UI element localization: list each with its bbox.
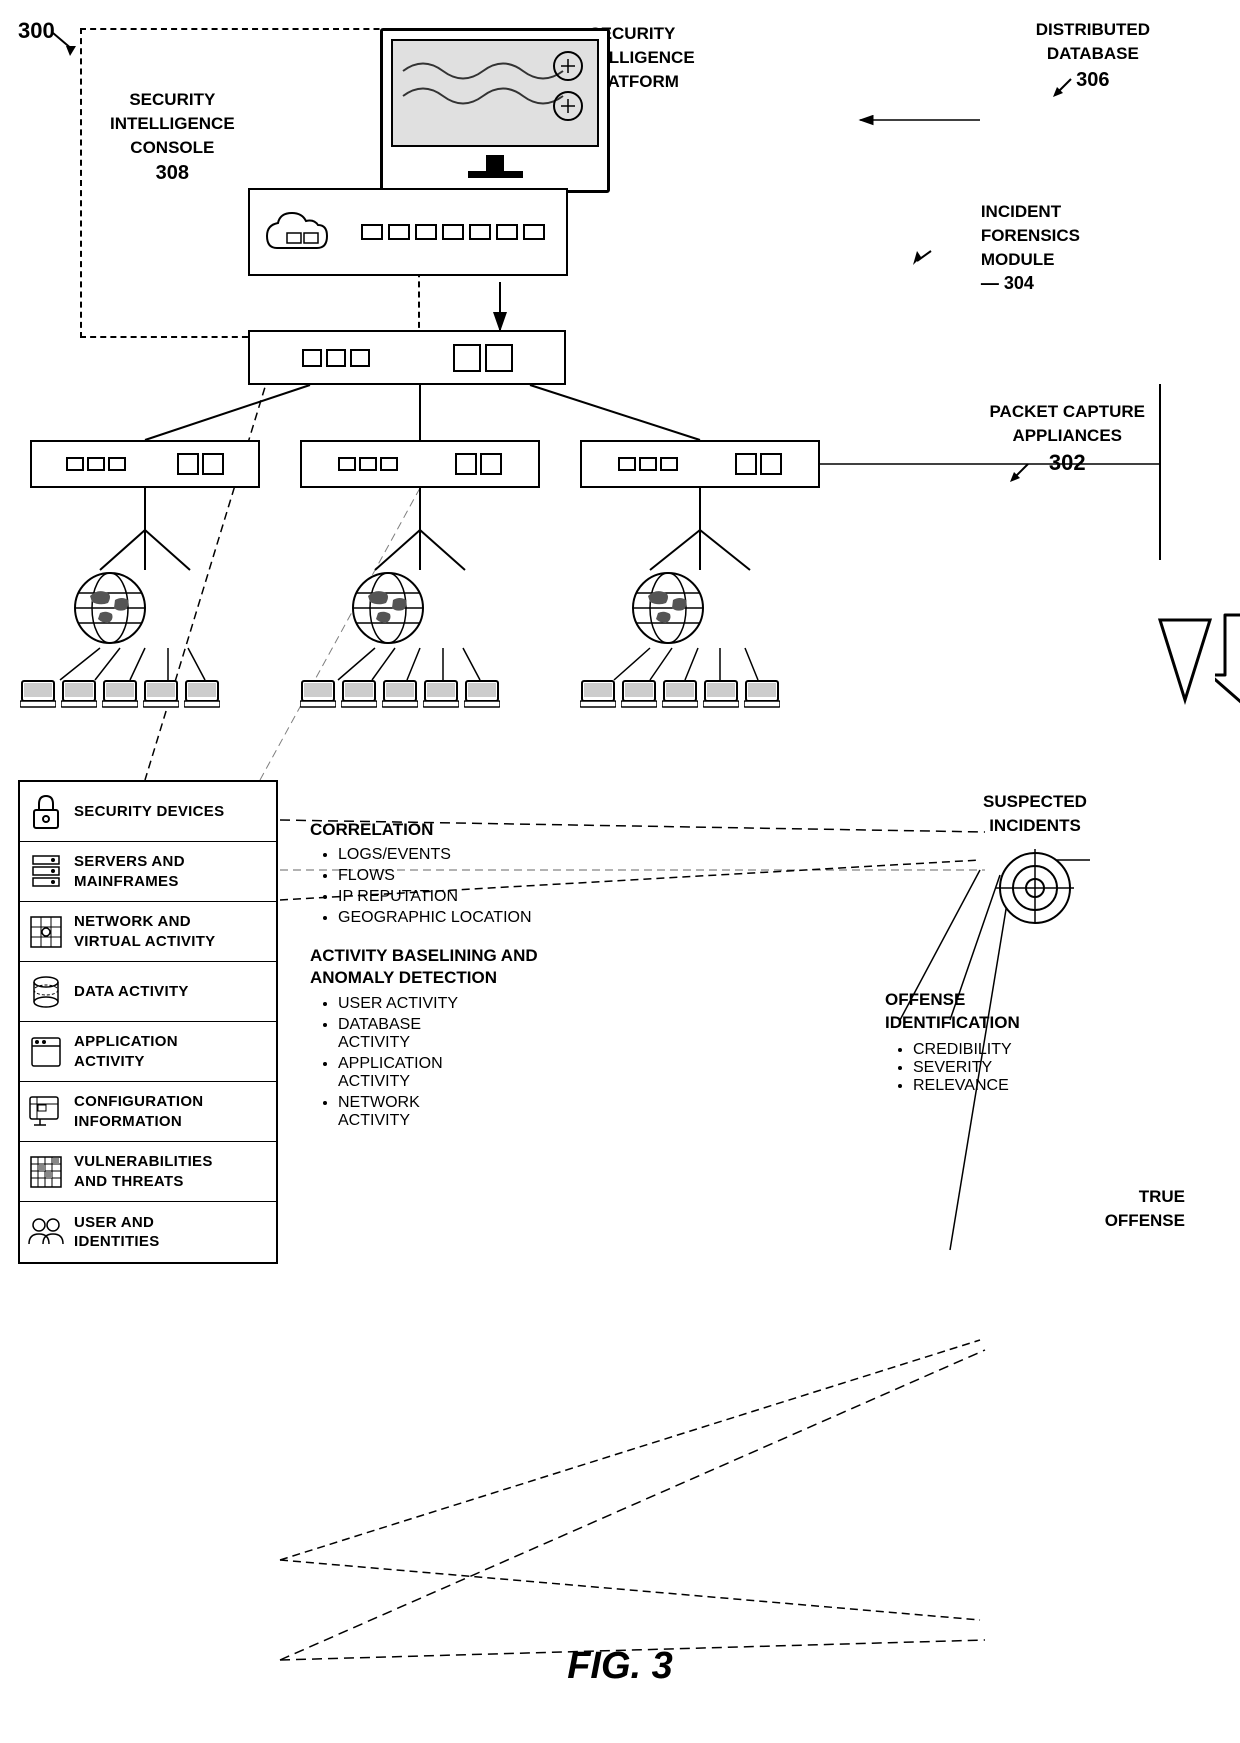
legend-item-user-identities: USER ANDIDENTITIES xyxy=(20,1202,276,1262)
corr-item-ip: IP REPUTATION xyxy=(338,888,690,906)
laptop-row-left xyxy=(20,680,220,708)
ab-item-user: USER ACTIVITY xyxy=(338,995,690,1013)
suspected-incidents-label: SUSPECTEDINCIDENTS xyxy=(885,790,1185,838)
laptop-row-right xyxy=(580,680,780,708)
ifm-box xyxy=(248,188,568,276)
pca-ref: 302 xyxy=(1049,450,1086,475)
application-window-icon xyxy=(28,1034,64,1070)
legend-item-configuration: CONFIGURATIONINFORMATION xyxy=(20,1082,276,1142)
network-virtual-label: NETWORK ANDVIRTUAL ACTIVITY xyxy=(74,912,215,951)
laptop-row-center xyxy=(300,680,500,708)
offense-identification-area: OFFENSEIDENTIFICATION CREDIBILITY SEVERI… xyxy=(885,988,1185,1096)
cylinder-icon xyxy=(28,974,64,1010)
lock-icon xyxy=(28,794,64,830)
configuration-label: CONFIGURATIONINFORMATION xyxy=(74,1092,203,1131)
legend-item-servers-mainframes: SERVERS AND MAINFRAMES xyxy=(20,842,276,902)
target-icon xyxy=(995,848,1075,928)
globe-left-icon xyxy=(70,568,150,648)
sub-router-center xyxy=(300,440,540,488)
correlation-area: CORRELATION LOGS/EVENTS FLOWS IP REPUTAT… xyxy=(310,820,690,1148)
legend-item-security-devices: SECURITY DEVICES xyxy=(20,782,276,842)
true-offense-label: TRUEOFFENSE xyxy=(885,1185,1185,1233)
distributed-database-ref: 306 xyxy=(1076,69,1109,91)
target-container xyxy=(885,848,1185,928)
right-analysis-area: SUSPECTEDINCIDENTS OFFENSEIDENTIFICATION… xyxy=(885,790,1185,1233)
vulnerabilities-grid-icon xyxy=(28,1154,64,1190)
security-devices-label: SECURITY DEVICES xyxy=(74,802,224,822)
globe-center-icon xyxy=(348,568,428,648)
configuration-monitor-icon xyxy=(28,1094,64,1130)
sub-router-left xyxy=(30,440,260,488)
cloud-icon xyxy=(262,203,342,261)
arrow-300-icon xyxy=(48,28,78,58)
sic-dashed-box xyxy=(80,28,420,338)
users-icon xyxy=(28,1214,64,1250)
oi-severity: SEVERITY xyxy=(913,1059,1185,1077)
ab-item-database: DATABASEACTIVITY xyxy=(338,1016,690,1052)
activity-baselining-list: USER ACTIVITY DATABASEACTIVITY APPLICATI… xyxy=(310,995,690,1130)
vulnerabilities-label: VULNERABILITIESAND THREATS xyxy=(74,1152,213,1191)
correlation-title: CORRELATION xyxy=(310,820,690,840)
legend-panel: SECURITY DEVICES SERVERS AND MAINFRAMES xyxy=(18,780,278,1264)
oi-credibility: CREDIBILITY xyxy=(913,1041,1185,1059)
legend-item-data-activity: DATA ACTIVITY xyxy=(20,962,276,1022)
correlation-list: LOGS/EVENTS FLOWS IP REPUTATION GEOGRAPH… xyxy=(310,846,690,927)
main-router xyxy=(248,330,566,385)
corr-item-geo: GEOGRAPHIC LOCATION xyxy=(338,909,690,927)
user-identities-label: USER ANDIDENTITIES xyxy=(74,1213,160,1252)
incident-forensics-module-label: INCIDENTFORENSICSMODULE — 304 xyxy=(981,200,1080,297)
corr-item-flows: FLOWS xyxy=(338,867,690,885)
oi-relevance: RELEVANCE xyxy=(913,1077,1185,1095)
down-arrow-icon xyxy=(1215,610,1240,710)
pca-arrow-icon xyxy=(1010,460,1032,482)
ifm-ref: 304 xyxy=(1004,273,1034,293)
corr-item-logs: LOGS/EVENTS xyxy=(338,846,690,864)
application-activity-label: APPLICATIONACTIVITY xyxy=(74,1032,178,1071)
data-activity-label: DATA ACTIVITY xyxy=(74,982,189,1002)
ab-item-network: NETWORKACTIVITY xyxy=(338,1094,690,1130)
ifm-arrow-icon xyxy=(913,247,935,265)
figure-label: FIG. 3 xyxy=(567,1645,673,1688)
monitor-display xyxy=(380,28,610,193)
servers-mainframes-label: SERVERS AND MAINFRAMES xyxy=(74,852,268,891)
offense-identification-title: OFFENSEIDENTIFICATION xyxy=(885,988,1185,1036)
distributed-database-arrow-icon xyxy=(1053,75,1075,97)
network-grid-icon xyxy=(28,914,64,950)
sub-router-right xyxy=(580,440,820,488)
legend-item-network-virtual: NETWORK ANDVIRTUAL ACTIVITY xyxy=(20,902,276,962)
activity-baselining-title: ACTIVITY BASELINING ANDANOMALY DETECTION xyxy=(310,945,690,989)
monitor-screen-svg xyxy=(393,41,597,145)
legend-item-application-activity: APPLICATIONACTIVITY xyxy=(20,1022,276,1082)
offense-identification-list: CREDIBILITY SEVERITY RELEVANCE xyxy=(885,1041,1185,1095)
legend-item-vulnerabilities: VULNERABILITIESAND THREATS xyxy=(20,1142,276,1202)
globe-right-icon xyxy=(628,568,708,648)
ab-item-application: APPLICATIONACTIVITY xyxy=(338,1055,690,1091)
server-icon xyxy=(28,854,64,890)
